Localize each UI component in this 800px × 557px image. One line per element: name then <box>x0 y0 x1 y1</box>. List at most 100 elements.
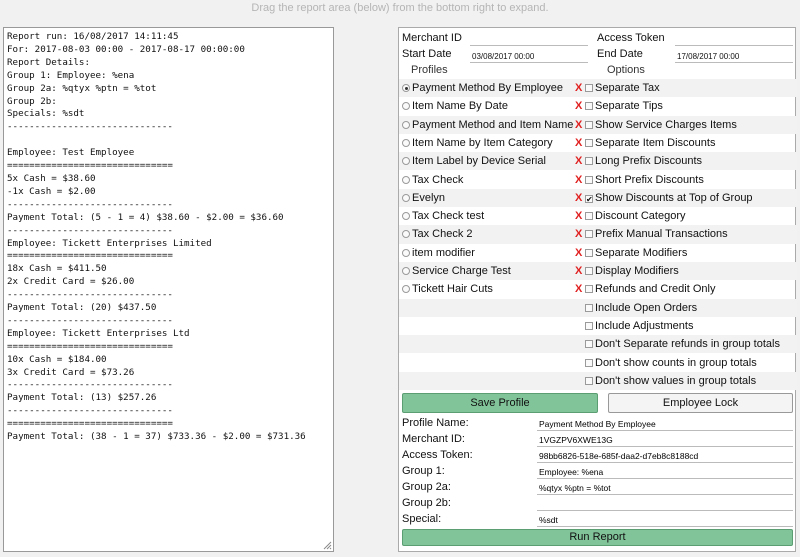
delete-profile-icon[interactable]: X <box>575 247 582 259</box>
group2a-input[interactable] <box>537 481 793 495</box>
checkbox-icon[interactable] <box>585 285 593 294</box>
checkbox-icon[interactable] <box>585 303 593 312</box>
special-input[interactable] <box>537 513 793 527</box>
profile-radio[interactable] <box>402 230 410 239</box>
form-merchant-id-input[interactable] <box>537 433 793 447</box>
option-item[interactable]: Discount Category <box>585 210 686 222</box>
profile-radio[interactable] <box>402 102 410 111</box>
start-date-input[interactable] <box>470 50 588 63</box>
profile-item[interactable]: Tax Check <box>402 174 580 187</box>
profile-item[interactable]: item modifier <box>402 247 580 260</box>
option-item[interactable]: Display Modifiers <box>585 265 679 277</box>
checkbox-icon[interactable] <box>585 248 593 257</box>
delete-profile-icon[interactable]: X <box>575 155 582 167</box>
option-item[interactable]: Include Open Orders <box>585 302 697 314</box>
profile-radio[interactable] <box>402 212 410 221</box>
checkbox-icon[interactable] <box>585 138 593 147</box>
checkbox-icon[interactable] <box>585 358 593 367</box>
option-label: Show Service Charges Items <box>595 118 737 131</box>
option-item[interactable]: Show Service Charges Items <box>585 119 737 131</box>
group2b-input[interactable] <box>537 497 793 511</box>
list-row: Service Charge Test X Display Modifiers <box>399 262 797 281</box>
profile-item[interactable]: Tax Check test <box>402 210 580 223</box>
group1-input[interactable] <box>537 465 793 479</box>
merchant-id-input[interactable] <box>470 33 588 46</box>
delete-profile-icon[interactable]: X <box>575 174 582 186</box>
option-item[interactable]: Refunds and Credit Only <box>585 283 715 295</box>
option-item[interactable]: Separate Modifiers <box>585 247 687 259</box>
delete-profile-icon[interactable]: X <box>575 228 582 240</box>
end-date-input[interactable] <box>675 50 793 63</box>
profile-radio[interactable] <box>402 175 410 184</box>
list-row: Item Label by Device Serial X Long Prefix … <box>399 152 797 171</box>
checkbox-icon[interactable] <box>585 84 593 92</box>
checkbox-icon[interactable] <box>585 157 593 166</box>
delete-profile-icon[interactable]: X <box>575 119 582 131</box>
option-label: Don't show values in group totals <box>595 374 757 387</box>
profile-radio[interactable] <box>402 84 410 92</box>
checkbox-icon[interactable] <box>585 321 593 330</box>
form-access-token-input[interactable] <box>537 449 793 463</box>
delete-profile-icon[interactable]: X <box>575 192 582 204</box>
checkbox-icon[interactable] <box>585 267 593 275</box>
report-text[interactable]: Report run: 16/08/2017 14:11:45 For: 201… <box>4 28 333 551</box>
employee-lock-button[interactable]: Employee Lock <box>608 393 793 413</box>
save-profile-button[interactable]: Save Profile <box>402 393 598 413</box>
profile-item[interactable]: Item Label by Device Serial <box>402 155 580 168</box>
checkbox-icon[interactable] <box>585 340 593 349</box>
report-output-area[interactable]: Report run: 16/08/2017 14:11:45 For: 201… <box>3 27 334 552</box>
option-item[interactable]: Include Adjustments <box>585 320 693 332</box>
delete-profile-icon[interactable]: X <box>575 210 582 222</box>
option-item[interactable]: ✔ Show Discounts at Top of Group <box>585 192 753 204</box>
profile-label: Tickett Hair Cuts <box>412 283 493 296</box>
checkbox-checked-icon[interactable]: ✔ <box>585 194 593 203</box>
profile-label: Item Name By Date <box>412 100 508 113</box>
profile-item[interactable]: Service Charge Test <box>402 265 580 278</box>
checkbox-icon[interactable] <box>585 230 593 239</box>
profile-radio[interactable] <box>402 267 410 275</box>
delete-profile-icon[interactable]: X <box>575 100 582 112</box>
option-item[interactable]: Long Prefix Discounts <box>585 155 702 167</box>
profile-radio[interactable] <box>402 248 410 257</box>
access-token-input[interactable] <box>675 33 793 46</box>
option-label: Refunds and Credit Only <box>595 283 716 296</box>
option-label: Show Discounts at Top of Group <box>595 191 753 204</box>
option-item[interactable]: Short Prefix Discounts <box>585 174 704 186</box>
profile-item[interactable]: Payment Method By Employee <box>402 82 580 95</box>
profile-radio[interactable] <box>402 157 410 166</box>
run-report-button[interactable]: Run Report <box>402 529 793 546</box>
profile-item[interactable]: Tax Check 2 <box>402 228 580 241</box>
checkbox-icon[interactable] <box>585 102 593 111</box>
checkbox-icon[interactable] <box>585 175 593 184</box>
checkbox-icon[interactable] <box>585 120 593 129</box>
profile-name-input[interactable] <box>537 417 793 431</box>
delete-profile-icon[interactable]: X <box>575 137 582 149</box>
checkbox-icon[interactable] <box>585 212 593 221</box>
option-item[interactable]: Prefix Manual Transactions <box>585 228 728 240</box>
checkbox-icon[interactable] <box>585 376 593 385</box>
delete-profile-icon[interactable]: X <box>575 265 582 277</box>
option-label: Separate Tax <box>595 82 660 94</box>
profile-radio[interactable] <box>402 193 410 202</box>
profile-radio[interactable] <box>402 120 410 129</box>
resize-grip-icon[interactable] <box>322 540 332 550</box>
option-item[interactable]: Don't Separate refunds in group totals <box>585 338 780 350</box>
option-item[interactable]: Don't show values in group totals <box>585 375 756 387</box>
profile-radio[interactable] <box>402 285 410 294</box>
profile-radio[interactable] <box>402 138 410 147</box>
option-item[interactable]: Separate Tax <box>585 82 660 94</box>
start-date-label: Start Date <box>402 48 452 60</box>
option-item[interactable]: Separate Tips <box>585 100 663 112</box>
profile-item[interactable]: Item Name By Date <box>402 100 580 113</box>
profile-item[interactable]: Item Name by Item Category <box>402 137 580 150</box>
profiles-header: Profiles <box>411 64 448 76</box>
delete-profile-icon[interactable]: X <box>575 82 582 94</box>
option-item[interactable]: Don't show counts in group totals <box>585 357 757 369</box>
option-item[interactable]: Separate Item Discounts <box>585 137 715 149</box>
list-row: Tax Check test X Discount Category <box>399 207 797 225</box>
delete-profile-icon[interactable]: X <box>575 283 582 295</box>
profile-item[interactable]: Tickett Hair Cuts <box>402 283 580 296</box>
profile-item[interactable]: Evelyn <box>402 192 580 205</box>
profile-item[interactable]: Payment Method and Item Name <box>402 119 580 132</box>
list-row: Item Name by Item Category X Separate Item… <box>399 134 797 152</box>
